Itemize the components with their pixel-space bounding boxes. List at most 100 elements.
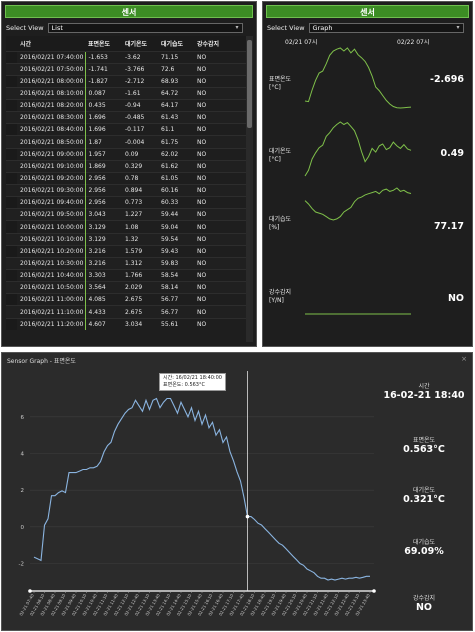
graph-select-view-dropdown[interactable]: Graph ▾	[308, 23, 464, 33]
x-axis-start-handle[interactable]	[28, 589, 32, 593]
table-row[interactable]: 2016/02/21 11:10:00 4.433 2.675 56.77 NO	[6, 305, 246, 319]
cell-time: 2016/02/21 10:00:00	[17, 220, 85, 234]
table-row[interactable]: 2016/02/21 09:20:00 2.956 0.78 61.05 NO	[6, 171, 246, 185]
cell-rain: NO	[194, 269, 246, 282]
cell-rain: NO	[194, 74, 246, 88]
cell-time: 2016/02/21 08:20:00	[17, 99, 85, 112]
row-header-cell[interactable]	[6, 293, 17, 306]
cell-humidity: 71.15	[158, 50, 194, 64]
cell-air-temp: 0.773	[122, 196, 158, 209]
cell-rain: NO	[194, 159, 246, 173]
cell-humidity: 61.43	[158, 111, 194, 124]
table-row[interactable]: 2016/02/21 09:00:00 1.957 0.09 62.02 NO	[6, 147, 246, 161]
row-header-cell[interactable]	[6, 123, 17, 136]
cell-air-temp: 0.09	[122, 147, 158, 161]
cell-rain: NO	[194, 317, 246, 331]
column-header-air-temp[interactable]: 대기온도	[122, 36, 158, 51]
column-header-humidity[interactable]: 대기습도	[158, 36, 194, 51]
cell-surface-temp: 3.564	[84, 281, 122, 294]
air-temp-mini-chart	[304, 121, 412, 177]
table-row[interactable]: 2016/02/21 08:10:00 0.087 -1.61 64.72 NO	[6, 86, 246, 100]
column-header-surface-temp[interactable]: 표면온도	[85, 36, 122, 51]
cell-humidity: 56.77	[158, 305, 194, 319]
table-row[interactable]: 2016/02/21 08:40:00 1.696 -0.117 61.1 NO	[6, 123, 246, 136]
cell-air-temp: 0.894	[122, 184, 158, 197]
cell-rain: NO	[194, 86, 246, 100]
readout-value-time: 16-02-21 18:40	[383, 390, 465, 401]
table-row[interactable]: 2016/02/21 10:30:00 3.216 1.312 59.83 NO	[6, 256, 246, 270]
row-header-cell[interactable]	[6, 281, 17, 294]
table-row[interactable]: 2016/02/21 11:20:00 4.607 3.034 55.61 NO	[6, 317, 246, 331]
sensor-value-rain: NO	[447, 293, 464, 304]
surface-temp-line-chart[interactable]: -2024602-21 07:4002-21 08:1002-21 08:400…	[2, 353, 382, 632]
row-header-cell[interactable]	[6, 317, 17, 331]
table-row[interactable]: 2016/02/21 09:40:00 2.956 0.773 60.33 NO	[6, 196, 246, 209]
table-row[interactable]: 2016/02/21 09:10:00 1.869 0.329 61.62 NO	[6, 159, 246, 173]
column-header-time[interactable]: 시간	[17, 36, 85, 51]
select-view-dropdown[interactable]: List ▾	[47, 23, 243, 33]
table-row[interactable]: 2016/02/21 08:50:00 1.87 -0.004 61.75 NO	[6, 135, 246, 149]
table-row[interactable]: 2016/02/21 09:50:00 3.043 1.227 59.44 NO	[6, 208, 246, 221]
cell-rain: NO	[194, 293, 246, 306]
row-header-cell[interactable]	[6, 74, 17, 88]
cell-air-temp: -0.117	[122, 123, 158, 136]
table-row[interactable]: 2016/02/21 08:30:00 1.696 -0.485 61.43 NO	[6, 111, 246, 124]
table-row[interactable]: 2016/02/21 11:00:00 4.085 2.675 56.77 NO	[6, 293, 246, 306]
cell-air-temp: -1.61	[122, 86, 158, 100]
row-header-cell[interactable]	[6, 244, 17, 258]
table-row[interactable]: 2016/02/21 08:00:00 -1.827 -2.712 68.93 NO	[6, 74, 246, 88]
table-row[interactable]: 2016/02/21 10:00:00 3.129 1.08 59.04 NO	[6, 220, 246, 234]
row-header-cell[interactable]	[6, 111, 17, 124]
cell-air-temp: 1.32	[122, 232, 158, 246]
readout-value-rain: NO	[415, 602, 433, 613]
table-row[interactable]: 2016/02/21 10:40:00 3.303 1.766 58.54 NO	[6, 269, 246, 282]
table-row[interactable]: 2016/02/21 10:50:00 3.564 2.029 58.14 NO	[6, 281, 246, 294]
column-header-rain[interactable]: 강수감지	[194, 36, 246, 51]
table-row[interactable]: 2016/02/21 10:20:00 3.216 1.579 59.43 NO	[6, 244, 246, 258]
mini-chart-line	[304, 47, 412, 109]
cell-surface-temp: 4.085	[84, 293, 122, 306]
table-row[interactable]: 2016/02/21 07:40:00 -1.653 -3.62 71.15 NO	[6, 50, 246, 64]
cell-humidity: 68.93	[158, 74, 194, 88]
table-scrollbar[interactable]	[246, 36, 253, 342]
table-row[interactable]: 2016/02/21 09:30:00 2.956 0.894 60.16 NO	[6, 184, 246, 197]
row-header-cell[interactable]	[6, 99, 17, 112]
row-header-cell[interactable]	[6, 208, 17, 221]
row-header-cell[interactable]	[6, 50, 17, 64]
row-header-cell[interactable]	[6, 159, 17, 173]
table-row[interactable]: 2016/02/21 07:50:00 -1.741 -3.766 72.6 NO	[6, 62, 246, 76]
row-header-cell[interactable]	[6, 305, 17, 319]
table-row[interactable]: 2016/02/21 08:20:00 0.435 -0.94 64.17 NO	[6, 99, 246, 112]
row-header-cell[interactable]	[6, 269, 17, 282]
row-header-cell[interactable]	[6, 256, 17, 270]
select-view-label: Select View	[6, 24, 44, 32]
cell-air-temp: 2.675	[122, 293, 158, 306]
row-header-cell[interactable]	[6, 147, 17, 161]
row-header-cell[interactable]	[6, 220, 17, 234]
series-line	[33, 397, 370, 581]
row-header-cell[interactable]	[6, 232, 17, 246]
row-header-cell[interactable]	[6, 196, 17, 209]
close-icon[interactable]: ×	[461, 355, 467, 363]
select-view-row: Select View List ▾	[6, 22, 254, 34]
table-scrollbar-thumb[interactable]	[247, 40, 252, 128]
cell-air-temp: 1.312	[122, 256, 158, 270]
select-view-value: List	[51, 24, 63, 32]
cell-surface-temp: 1.696	[84, 123, 122, 136]
row-header-cell[interactable]	[6, 135, 17, 149]
cell-air-temp: 0.78	[122, 171, 158, 185]
cell-rain: NO	[194, 244, 246, 258]
cell-rain: NO	[194, 50, 246, 64]
cell-time: 2016/02/21 11:10:00	[17, 305, 85, 319]
row-header-cell[interactable]	[6, 171, 17, 185]
table-row[interactable]: 2016/02/21 10:10:00 3.129 1.32 59.54 NO	[6, 232, 246, 246]
row-header-cell[interactable]	[6, 184, 17, 197]
cell-time: 2016/02/21 08:10:00	[17, 86, 85, 100]
row-header-cell[interactable]	[6, 62, 17, 76]
cell-rain: NO	[194, 123, 246, 136]
cell-surface-temp: 0.435	[84, 99, 122, 112]
tooltip-time: 시간: 16/02/21 18:40:00	[163, 375, 222, 381]
row-header-cell[interactable]	[6, 86, 17, 100]
mini-chart-line	[304, 121, 412, 177]
cell-surface-temp: -1.653	[84, 50, 122, 64]
